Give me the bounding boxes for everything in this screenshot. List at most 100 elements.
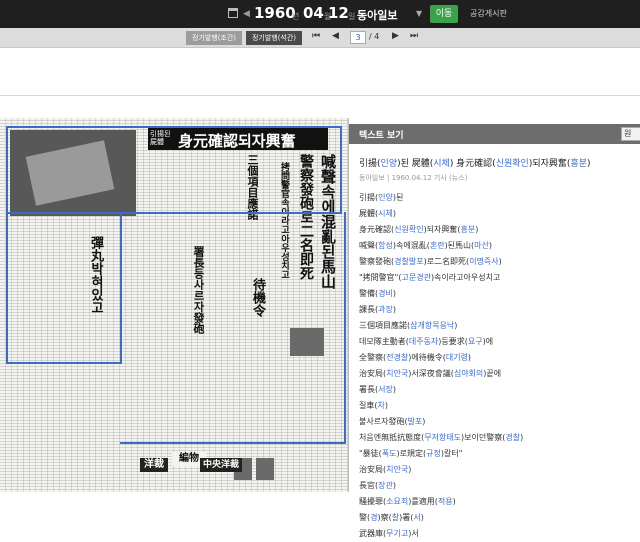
tab-evening-edition[interactable]: 정기발행(석간) bbox=[246, 31, 302, 45]
article-line: 질車(차) bbox=[359, 398, 523, 414]
text-segment: "暴徒( bbox=[359, 449, 382, 458]
prev-date-arrow-icon[interactable]: ◀ bbox=[243, 9, 250, 19]
notice-board-link[interactable]: 공감게시판 bbox=[470, 8, 507, 19]
hangul-reading: 발포 bbox=[407, 417, 423, 426]
text-view-panel: 텍스트 보기 원 引揚(인양)된 屍體(시체) 身元確認(신원확인)되자興奮(흥… bbox=[348, 118, 640, 538]
article-line: 引揚(인양)된 bbox=[359, 190, 523, 206]
text-segment: ) bbox=[422, 417, 426, 426]
article-line: 警察發砲(경찰발포)로二名即死(이명즉사) bbox=[359, 254, 523, 270]
article-region-highlight[interactable] bbox=[6, 126, 342, 214]
text-segment: 署長( bbox=[359, 385, 379, 394]
year-value[interactable]: 1960 bbox=[254, 4, 296, 22]
text-segment: )등要求( bbox=[438, 337, 468, 346]
text-segment: )察( bbox=[377, 513, 392, 522]
hangul-reading: 시체 bbox=[433, 159, 450, 169]
hangul-reading: 무기고 bbox=[386, 529, 409, 538]
hangul-reading: 인양 bbox=[380, 159, 398, 169]
month-value[interactable]: 04 bbox=[303, 4, 324, 22]
text-segment: ) bbox=[498, 257, 502, 266]
ad-block: 中央洋裁 bbox=[200, 458, 242, 472]
text-segment: 불사르자發砲( bbox=[359, 417, 408, 426]
hangul-reading: 경찰 bbox=[505, 433, 521, 442]
text-segment: 아우성치고 bbox=[463, 273, 501, 282]
hangul-reading: 인양 bbox=[378, 193, 393, 202]
text-segment: 引揚( bbox=[359, 193, 379, 202]
hangul-reading: 마산 bbox=[474, 241, 489, 250]
hangul-reading: 흥분 bbox=[570, 159, 587, 169]
newspaper-select[interactable]: 동아일보 bbox=[357, 7, 397, 23]
hangul-reading: 폭도 bbox=[381, 449, 397, 458]
hangul-reading: 적용 bbox=[437, 497, 453, 506]
text-segment: )된 bbox=[392, 193, 404, 202]
article-line: 警(경)察(찰)署(서) bbox=[359, 510, 523, 526]
text-segment: )로二名即死( bbox=[423, 257, 470, 266]
hangul-reading: 서장 bbox=[378, 385, 393, 394]
text-segment: ) bbox=[384, 401, 388, 410]
text-segment: )된 屍體( bbox=[397, 159, 434, 169]
text-segment: 三個項目應諾( bbox=[359, 321, 411, 330]
article-line: "暴徒(폭도)로規定(규정)칼터" bbox=[359, 446, 523, 462]
hangul-reading: 무저항태도 bbox=[424, 433, 462, 442]
article-line: 全警察(전경찰)에待機令(대기령) bbox=[359, 350, 523, 366]
hangul-reading: 데주동자 bbox=[408, 337, 439, 346]
hangul-reading: 찰 bbox=[391, 513, 400, 522]
prev-page-icon[interactable]: ◀ bbox=[332, 31, 339, 41]
text-segment: ) bbox=[392, 385, 396, 394]
text-segment: )에待機令( bbox=[408, 353, 446, 362]
article-line: 三個項目應諾(삼개항목응낙) bbox=[359, 318, 523, 334]
article-region-highlight[interactable] bbox=[6, 212, 122, 364]
text-segment: 長官( bbox=[359, 481, 379, 490]
first-page-icon[interactable]: ⏮ bbox=[312, 31, 320, 41]
text-segment: )된馬山( bbox=[444, 241, 475, 250]
text-segment: )속에混亂( bbox=[392, 241, 430, 250]
article-line: 처음엔無抵抗態度(무저항태도)보이던警察(경찰) bbox=[359, 430, 523, 446]
text-segment: )되자興奮( bbox=[528, 159, 571, 169]
text-segment: 喊聲( bbox=[359, 241, 379, 250]
text-segment: )보이던警察( bbox=[461, 433, 506, 442]
last-page-icon[interactable]: ⏭ bbox=[410, 31, 418, 41]
panel-header: 텍스트 보기 원 bbox=[349, 124, 640, 144]
chevron-down-icon[interactable]: ▼ bbox=[416, 9, 422, 18]
portrait-photo bbox=[256, 458, 274, 480]
text-segment: "拷問警官"( bbox=[359, 273, 402, 282]
article-line: 治安局(치안국)서深夜會議(심야회의)끝에 bbox=[359, 366, 523, 382]
day-value[interactable]: 12 bbox=[328, 4, 349, 22]
page-total: / 4 bbox=[369, 32, 380, 41]
text-segment: 治安局( bbox=[359, 369, 387, 378]
article-meta: 동아일보 | 1960.04.12 기사 (뉴스) bbox=[359, 174, 468, 182]
article-line: 喊聲(함성)속에混亂(혼란)된馬山(마산) bbox=[359, 238, 523, 254]
text-segment: 질車( bbox=[359, 401, 378, 410]
text-segment: ) bbox=[392, 289, 396, 298]
article-line: 騷擾罪(소요죄)를適用(적용) bbox=[359, 494, 523, 510]
hangul-reading: 신원확인 bbox=[495, 159, 529, 169]
text-segment: ) bbox=[467, 353, 472, 362]
hangul-reading: 고문경관 bbox=[401, 273, 431, 282]
calendar-icon[interactable] bbox=[228, 8, 238, 18]
text-segment: ) bbox=[452, 497, 456, 506]
hangul-reading: 서 bbox=[413, 513, 421, 522]
next-page-icon[interactable]: ▶ bbox=[392, 31, 399, 41]
text-segment: ) bbox=[392, 481, 396, 490]
article-line: 警備(경비) bbox=[359, 286, 523, 302]
text-segment: )속이라 bbox=[430, 273, 457, 282]
top-bar: ◀ 1960 년 04 월 12 일 ▶ 동아일보 ▼ 이동 공감게시판 bbox=[0, 0, 640, 28]
tab-morning-edition[interactable]: 정기발행(조간) bbox=[186, 31, 242, 45]
text-segment: 引揚( bbox=[359, 159, 381, 169]
page-number-input[interactable]: 3 bbox=[350, 31, 366, 44]
hangul-reading: 혼란 bbox=[429, 241, 445, 250]
text-segment: )끝에 bbox=[483, 369, 502, 378]
text-segment: 警察發砲( bbox=[359, 257, 395, 266]
article-region-highlight[interactable] bbox=[120, 212, 346, 444]
go-button[interactable]: 이동 bbox=[430, 5, 458, 23]
text-segment: )서 bbox=[408, 529, 419, 538]
text-segment: )칼터" bbox=[440, 449, 463, 458]
original-button[interactable]: 원 bbox=[621, 127, 640, 141]
viewer-spacer bbox=[0, 49, 640, 95]
text-segment: )로規定( bbox=[396, 449, 427, 458]
text-segment: ) 身元確認( bbox=[449, 159, 496, 169]
newspaper-page-image[interactable]: 引揚된屍體 身元確認되자興奮 喊聲속에混亂된馬山 警察發砲로二名即死 拷問警官속… bbox=[0, 118, 348, 492]
text-segment: ) bbox=[392, 305, 396, 314]
article-line: 불사르자發砲(발포) bbox=[359, 414, 523, 430]
hangul-reading: 흥분 bbox=[460, 225, 476, 234]
text-segment: 課長( bbox=[359, 305, 379, 314]
